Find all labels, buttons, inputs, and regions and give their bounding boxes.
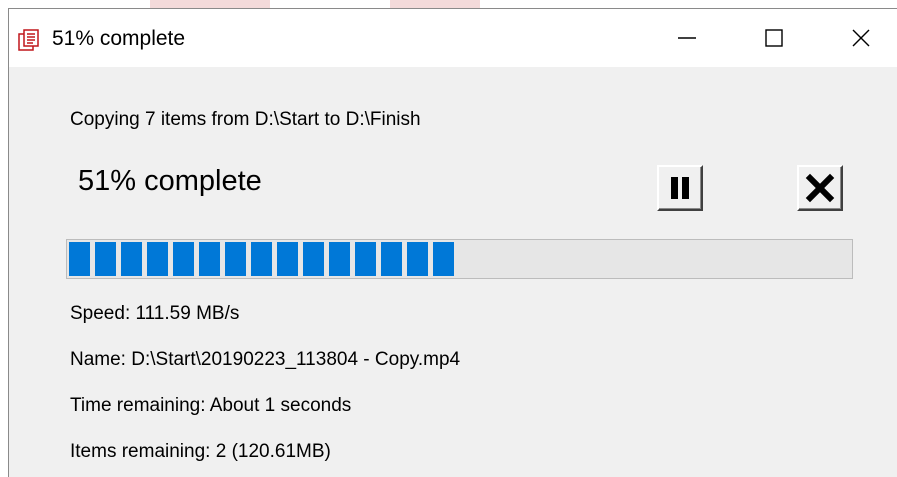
minimize-button[interactable] bbox=[653, 9, 721, 67]
cancel-button[interactable] bbox=[797, 165, 843, 211]
pause-icon bbox=[671, 177, 689, 199]
background-decoration bbox=[390, 0, 480, 8]
time-remaining-info: Time remaining: About 1 seconds bbox=[70, 395, 352, 416]
speed-info: Speed: 111.59 MB/s bbox=[70, 303, 240, 324]
progress-bar-fill bbox=[69, 242, 454, 276]
cancel-x-icon bbox=[805, 173, 835, 203]
maximize-icon bbox=[765, 29, 783, 47]
maximize-button[interactable] bbox=[740, 9, 808, 67]
close-button[interactable] bbox=[827, 9, 895, 67]
pause-button[interactable] bbox=[657, 165, 703, 211]
percent-complete-label: 51% complete bbox=[78, 165, 262, 197]
copy-summary: Copying 7 items from D:\Start to D:\Fini… bbox=[70, 109, 421, 130]
copy-app-icon bbox=[18, 29, 40, 51]
close-icon bbox=[852, 29, 870, 47]
dialog-body: Copying 7 items from D:\Start to D:\Fini… bbox=[9, 67, 897, 477]
minimize-icon bbox=[678, 37, 696, 39]
title-bar[interactable]: 51% complete bbox=[9, 9, 897, 67]
items-remaining-info: Items remaining: 2 (120.61MB) bbox=[70, 441, 331, 462]
window-title: 51% complete bbox=[52, 27, 186, 50]
file-name-info: Name: D:\Start\20190223_113804 - Copy.mp… bbox=[70, 349, 461, 370]
copy-progress-window: 51% complete Copying 7 items from D:\Sta… bbox=[8, 8, 897, 477]
progress-bar bbox=[66, 239, 853, 279]
background-decoration bbox=[150, 0, 270, 8]
